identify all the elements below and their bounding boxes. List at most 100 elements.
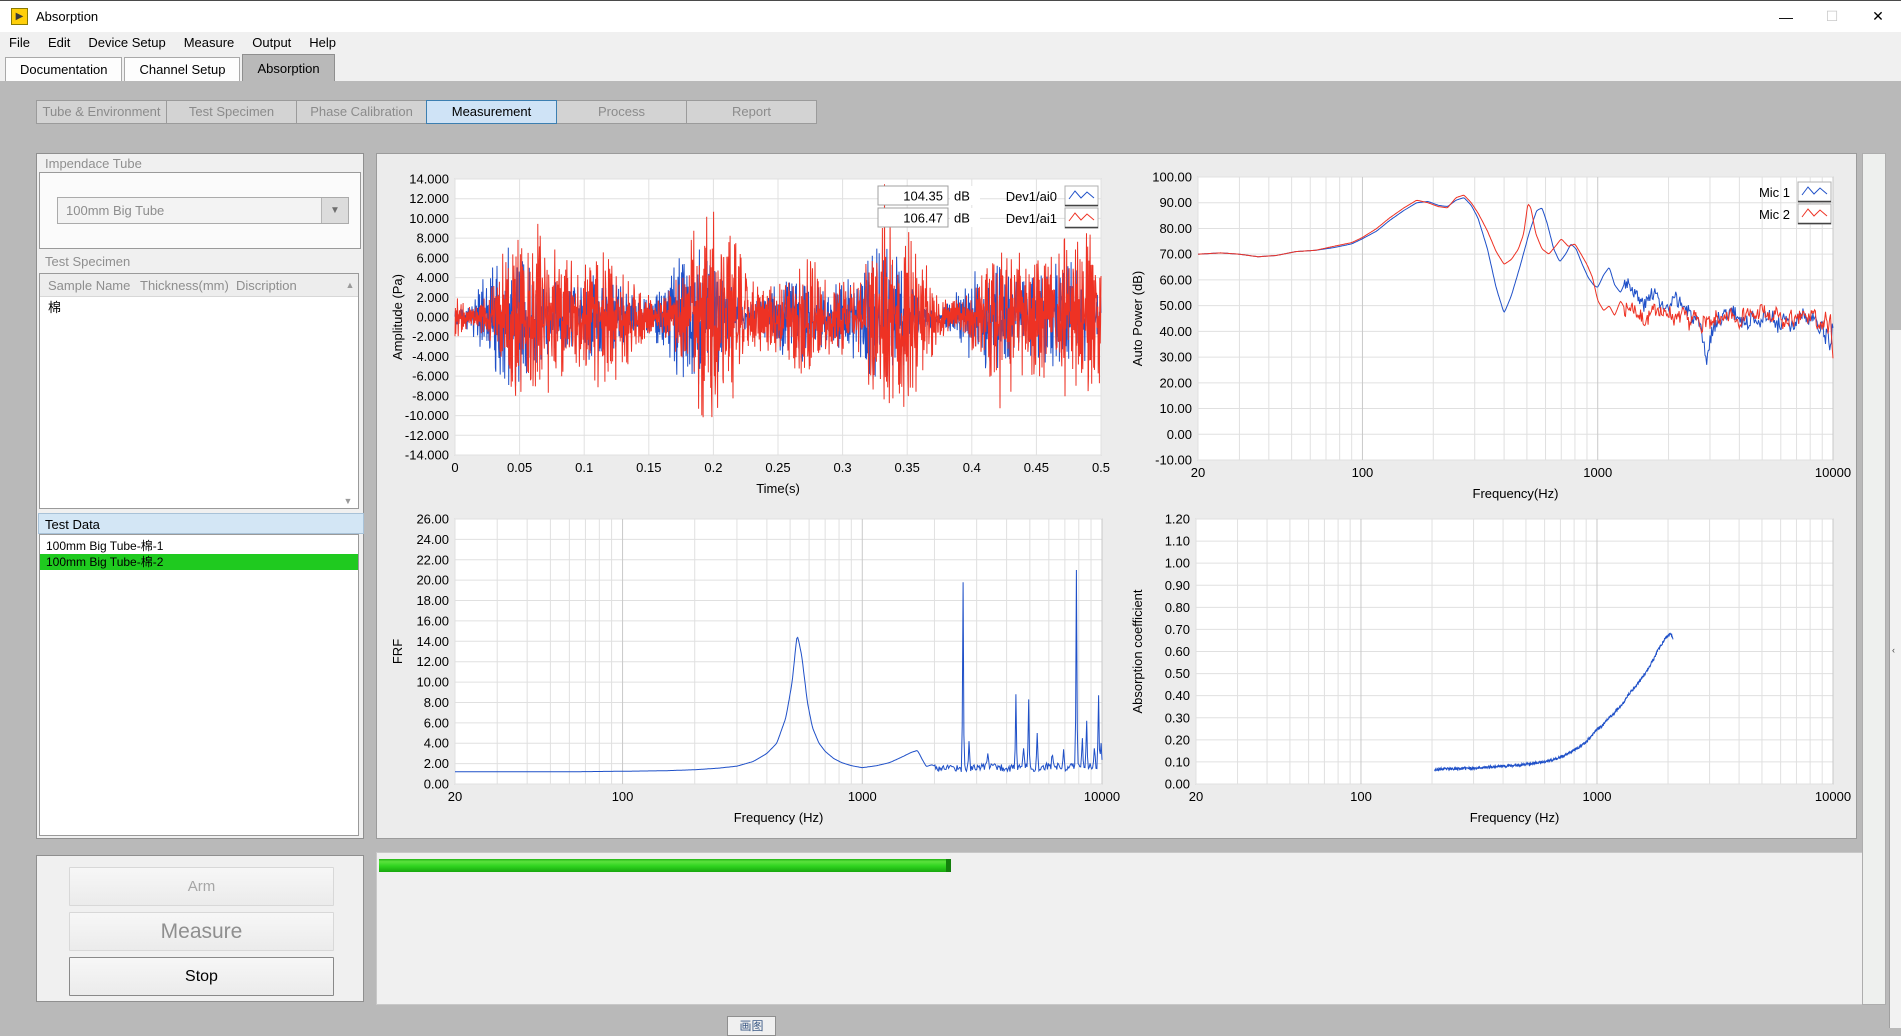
subtab-phase-calibration[interactable]: Phase Calibration xyxy=(296,100,427,124)
menu-item-measure[interactable]: Measure xyxy=(175,33,244,52)
frf-chart: 26.0024.0022.0020.0018.0016.0014.0012.00… xyxy=(388,508,1113,853)
svg-text:0: 0 xyxy=(451,460,458,475)
abs-plot-svg: 1.201.101.000.900.800.700.600.500.400.30… xyxy=(1128,508,1858,853)
svg-text:0.2: 0.2 xyxy=(704,460,722,475)
test-specimen-header: Sample Name Thickness(mm) Discription ▲ xyxy=(40,274,358,297)
svg-text:1.00: 1.00 xyxy=(1165,556,1190,571)
tab-documentation[interactable]: Documentation xyxy=(5,57,122,81)
svg-text:6.00: 6.00 xyxy=(424,715,449,730)
minimize-button[interactable]: — xyxy=(1763,1,1809,32)
tab-absorption[interactable]: Absorption xyxy=(242,54,334,81)
svg-text:0.1: 0.1 xyxy=(575,460,593,475)
canvas-tab[interactable]: 画图 xyxy=(727,1016,776,1036)
svg-text:22.00: 22.00 xyxy=(416,552,449,567)
svg-text:10000: 10000 xyxy=(1815,465,1851,480)
svg-text:-12.000: -12.000 xyxy=(405,428,449,443)
vertical-scrollbar[interactable]: ‹ xyxy=(1889,153,1901,1028)
svg-text:0.40: 0.40 xyxy=(1165,688,1190,703)
svg-text:0.70: 0.70 xyxy=(1165,622,1190,637)
table-scroll-up-icon[interactable]: ▲ xyxy=(342,280,358,290)
svg-text:10.00: 10.00 xyxy=(416,675,449,690)
tab-channel-setup[interactable]: Channel Setup xyxy=(124,57,240,81)
abs-xlabel: Frequency (Hz) xyxy=(1470,810,1560,825)
control-button-panel: Arm Measure Stop xyxy=(36,855,364,1002)
svg-text:0.00: 0.00 xyxy=(1165,777,1190,792)
test-data-item[interactable]: 100mm Big Tube-棉-1 xyxy=(40,538,358,554)
svg-text:20: 20 xyxy=(1189,789,1203,804)
svg-text:Dev1/ai1: Dev1/ai1 xyxy=(1006,211,1057,226)
bottom-panel xyxy=(376,852,1884,1005)
svg-text:10.00: 10.00 xyxy=(1159,401,1192,416)
svg-text:0.25: 0.25 xyxy=(765,460,790,475)
svg-text:20: 20 xyxy=(448,789,462,804)
menu-item-edit[interactable]: Edit xyxy=(39,33,79,52)
test-data-item[interactable]: 100mm Big Tube-棉-2 xyxy=(40,554,358,570)
progress-bar xyxy=(379,859,951,872)
subtab-test-specimen[interactable]: Test Specimen xyxy=(166,100,297,124)
svg-text:20: 20 xyxy=(1191,465,1205,480)
menu-bar: FileEditDevice SetupMeasureOutputHelp xyxy=(0,32,1901,53)
svg-text:30.00: 30.00 xyxy=(1159,350,1192,365)
auto-power-chart: 100.0090.0080.0070.0060.0050.0040.0030.0… xyxy=(1128,166,1858,511)
auto-plot-svg: 100.0090.0080.0070.0060.0050.0040.0030.0… xyxy=(1128,166,1858,511)
dropdown-arrow-icon[interactable]: ▼ xyxy=(321,198,348,223)
svg-text:40.00: 40.00 xyxy=(1159,324,1192,339)
svg-text:106.47: 106.47 xyxy=(903,211,943,226)
vertical-scrollbar-thumb[interactable]: ‹ xyxy=(1889,330,1901,1028)
time-waveform-chart: 14.00012.00010.0008.0006.0004.0002.0000.… xyxy=(388,168,1113,508)
app-icon: ▶ xyxy=(11,8,28,25)
subtab-tube-environment[interactable]: Tube & Environment xyxy=(36,100,167,124)
svg-text:50.00: 50.00 xyxy=(1159,298,1192,313)
svg-text:-14.000: -14.000 xyxy=(405,448,449,463)
table-row[interactable]: 棉 xyxy=(40,297,358,315)
menu-item-output[interactable]: Output xyxy=(243,33,300,52)
svg-text:14.00: 14.00 xyxy=(416,634,449,649)
svg-text:80.00: 80.00 xyxy=(1159,221,1192,236)
svg-text:0.5: 0.5 xyxy=(1092,460,1110,475)
svg-text:0.00: 0.00 xyxy=(424,777,449,792)
col-thickness: Thickness(mm) xyxy=(140,278,236,293)
svg-text:0.15: 0.15 xyxy=(636,460,661,475)
table-scroll-down-icon[interactable]: ▼ xyxy=(340,496,356,506)
impedance-tube-label: Impendace Tube xyxy=(45,156,142,171)
subtab-report[interactable]: Report xyxy=(686,100,817,124)
sample-name-cell: 棉 xyxy=(40,297,140,316)
impedance-tube-dropdown[interactable]: 100mm Big Tube ▼ xyxy=(57,197,349,224)
arm-button[interactable]: Arm xyxy=(69,867,334,906)
measure-button[interactable]: Measure xyxy=(69,912,334,951)
svg-text:1000: 1000 xyxy=(1583,465,1612,480)
svg-text:0.60: 0.60 xyxy=(1165,644,1190,659)
svg-text:8.00: 8.00 xyxy=(424,695,449,710)
abs-ylabel: Absorption coefficient xyxy=(1130,589,1145,713)
col-sample-name: Sample Name xyxy=(40,278,140,293)
time-ylabel: Amplitude (Pa) xyxy=(390,274,405,360)
svg-text:Mic 2: Mic 2 xyxy=(1759,207,1790,222)
subtab-process[interactable]: Process xyxy=(556,100,687,124)
stop-button[interactable]: Stop xyxy=(69,957,334,996)
menu-item-help[interactable]: Help xyxy=(300,33,345,52)
frf-plot-svg: 26.0024.0022.0020.0018.0016.0014.0012.00… xyxy=(388,508,1113,853)
svg-text:-2.000: -2.000 xyxy=(412,329,449,344)
svg-text:1000: 1000 xyxy=(1583,789,1612,804)
svg-text:-10.00: -10.00 xyxy=(1155,453,1192,468)
svg-text:20.00: 20.00 xyxy=(416,573,449,588)
svg-text:-6.000: -6.000 xyxy=(412,369,449,384)
svg-text:-8.000: -8.000 xyxy=(412,388,449,403)
close-button[interactable]: ✕ xyxy=(1855,1,1901,32)
svg-text:-4.000: -4.000 xyxy=(412,349,449,364)
svg-text:0.30: 0.30 xyxy=(1165,710,1190,725)
maximize-button[interactable]: ☐ xyxy=(1809,1,1855,32)
frf-ylabel: FRF xyxy=(390,639,405,664)
test-specimen-label: Test Specimen xyxy=(45,254,130,269)
collapse-chevron-icon[interactable]: ‹ xyxy=(1892,645,1895,655)
svg-text:dB: dB xyxy=(954,189,970,204)
menu-item-file[interactable]: File xyxy=(0,33,39,52)
svg-text:20.00: 20.00 xyxy=(1159,375,1192,390)
subtab-measurement[interactable]: Measurement xyxy=(426,100,557,124)
menu-item-device-setup[interactable]: Device Setup xyxy=(79,33,174,52)
svg-text:104.35: 104.35 xyxy=(903,189,943,204)
svg-text:1000: 1000 xyxy=(848,789,877,804)
svg-text:-10.000: -10.000 xyxy=(405,408,449,423)
window-controls: — ☐ ✕ xyxy=(1763,1,1901,32)
svg-text:0.10: 0.10 xyxy=(1165,754,1190,769)
